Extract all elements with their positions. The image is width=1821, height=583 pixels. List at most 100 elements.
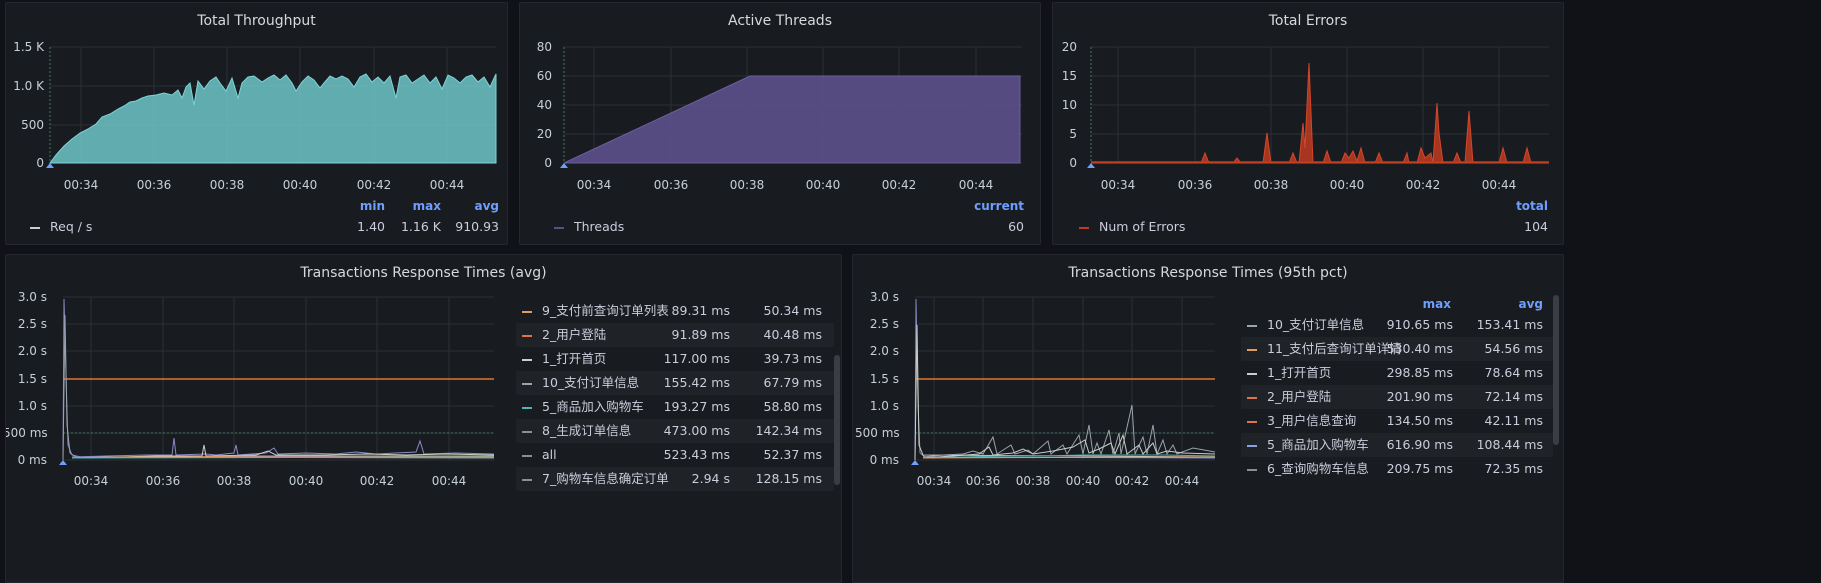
legend-row-name: 2_用户登陆 — [1267, 389, 1332, 404]
legend-swatch — [522, 406, 532, 409]
legend-swatch — [1247, 348, 1257, 351]
x-tick: 00:42 — [1405, 178, 1441, 192]
legend-row-avg: 72.35 ms — [1484, 461, 1543, 476]
legend-row-max: 91.89 ms — [671, 327, 730, 342]
legend-swatch — [1247, 324, 1257, 327]
legend-scrollbar[interactable] — [834, 355, 840, 485]
legend-row-max: 117.00 ms — [663, 351, 730, 366]
x-tick: 00:34 — [73, 474, 109, 488]
legend-swatch — [1247, 396, 1257, 399]
x-tick: 00:40 — [1329, 178, 1365, 192]
legend-row[interactable]: 10_支付订单信息 155.42 ms 67.79 ms — [516, 371, 834, 395]
legend-swatch — [554, 226, 564, 229]
legend-min: 1.40 — [357, 219, 385, 234]
legend-item[interactable]: Threads — [554, 217, 624, 237]
x-tick: 00:44 — [431, 474, 467, 488]
throughput-panel[interactable]: Total Throughput 1.5 K 1.0 K 500 0 00:34… — [5, 2, 508, 245]
x-tick: 00:38 — [1253, 178, 1289, 192]
legend-table[interactable]: 10_支付订单信息 910.65 ms 153.41 ms 11_支付后查询订单… — [1241, 313, 1553, 481]
legend-row-avg: 39.73 ms — [763, 351, 822, 366]
legend-row[interactable]: 11_支付后查询订单详情 530.40 ms 54.56 ms — [1241, 337, 1553, 361]
legend-header-current[interactable]: current — [974, 199, 1024, 213]
legend-header-max[interactable]: max — [413, 199, 441, 213]
legend-row-max: 201.90 ms — [1386, 389, 1453, 404]
legend-table[interactable]: 9_支付前查询订单列表 89.31 ms 50.34 ms 2_用户登陆 91.… — [516, 299, 834, 491]
legend-row[interactable]: 2_用户登陆 91.89 ms 40.48 ms — [516, 323, 834, 347]
legend-row-avg: 58.80 ms — [763, 399, 822, 414]
legend-label: Req / s — [50, 219, 93, 234]
legend-swatch — [1247, 420, 1257, 423]
x-tick: 00:40 — [282, 178, 318, 192]
legend-label: Num of Errors — [1099, 219, 1186, 234]
x-tick: 00:44 — [1481, 178, 1517, 192]
legend-row-max: 89.31 ms — [671, 303, 730, 318]
errors-panel[interactable]: Total Errors 20 15 10 5 0 00:34 00:36 00… — [1052, 2, 1564, 245]
legend-swatch — [522, 454, 532, 457]
legend-row-max: 530.40 ms — [1386, 341, 1453, 356]
legend-row[interactable]: 3_用户信息查询 134.50 ms 42.11 ms — [1241, 409, 1553, 433]
legend-header-avg[interactable]: avg — [1513, 297, 1543, 311]
x-tick: 00:44 — [958, 178, 994, 192]
legend-row-name: 7_购物车信息确定订单 — [542, 471, 669, 486]
resp-p95-chart[interactable] — [853, 255, 1233, 495]
resp-avg-panel[interactable]: Transactions Response Times (avg) 3.0 s … — [5, 254, 842, 583]
legend-swatch — [522, 310, 532, 313]
legend-row[interactable]: 6_查询购物车信息 209.75 ms 72.35 ms — [1241, 457, 1553, 481]
legend-row-avg: 42.11 ms — [1484, 413, 1543, 428]
x-tick: 00:38 — [209, 178, 245, 192]
legend-row-avg: 78.64 ms — [1484, 365, 1543, 380]
legend-swatch — [1079, 226, 1089, 229]
x-tick: 00:44 — [429, 178, 465, 192]
x-tick: 00:40 — [288, 474, 324, 488]
x-tick: 00:44 — [1164, 474, 1200, 488]
legend-label: Threads — [574, 219, 625, 234]
resp-avg-chart[interactable] — [6, 255, 506, 495]
legend-row-avg: 108.44 ms — [1476, 437, 1543, 452]
legend-swatch — [1247, 468, 1257, 471]
legend-row[interactable]: 2_用户登陆 201.90 ms 72.14 ms — [1241, 385, 1553, 409]
x-tick: 00:42 — [356, 178, 392, 192]
legend-row-max: 616.90 ms — [1386, 437, 1453, 452]
legend-row[interactable]: 1_打开首页 117.00 ms 39.73 ms — [516, 347, 834, 371]
legend-row-max: 910.65 ms — [1386, 317, 1453, 332]
legend-row-name: 5_商品加入购物车 — [1267, 437, 1369, 452]
legend-header-avg[interactable]: avg — [474, 199, 499, 213]
legend-row-avg: 54.56 ms — [1484, 341, 1543, 356]
threads-chart[interactable] — [520, 3, 1041, 193]
legend-row-name: 5_商品加入购物车 — [542, 399, 644, 414]
x-tick: 00:42 — [359, 474, 395, 488]
resp-p95-panel[interactable]: Transactions Response Times (95th pct) 3… — [852, 254, 1564, 583]
legend-row-avg: 40.48 ms — [763, 327, 822, 342]
legend-row[interactable]: all 523.43 ms 52.37 ms — [516, 443, 834, 467]
legend-header-total[interactable]: total — [1516, 199, 1548, 213]
legend-header-max[interactable]: max — [1421, 297, 1451, 311]
legend-row-name: 1_打开首页 — [1267, 365, 1332, 380]
threads-panel[interactable]: Active Threads 80 60 40 20 0 00:34 00:36… — [519, 2, 1041, 245]
x-tick: 00:34 — [63, 178, 99, 192]
legend-row[interactable]: 7_购物车信息确定订单 2.94 s 128.15 ms — [516, 467, 834, 491]
legend-row-max: 155.42 ms — [663, 375, 730, 390]
legend-row[interactable]: 5_商品加入购物车 616.90 ms 108.44 ms — [1241, 433, 1553, 457]
legend-current: 60 — [1008, 219, 1024, 234]
legend-row-avg: 50.34 ms — [763, 303, 822, 318]
legend-row[interactable]: 10_支付订单信息 910.65 ms 153.41 ms — [1241, 313, 1553, 337]
legend-row[interactable]: 1_打开首页 298.85 ms 78.64 ms — [1241, 361, 1553, 385]
legend-item[interactable]: Num of Errors — [1079, 217, 1185, 237]
legend-swatch — [522, 358, 532, 361]
x-tick: 00:34 — [1100, 178, 1136, 192]
legend-item[interactable]: Req / s — [30, 217, 92, 237]
throughput-chart[interactable] — [6, 3, 508, 193]
errors-chart[interactable] — [1053, 3, 1564, 193]
legend-scrollbar[interactable] — [1553, 295, 1559, 445]
legend-row[interactable]: 9_支付前查询订单列表 89.31 ms 50.34 ms — [516, 299, 834, 323]
x-tick: 00:36 — [145, 474, 181, 488]
x-tick: 00:38 — [729, 178, 765, 192]
legend-row-avg: 52.37 ms — [763, 447, 822, 462]
legend-row[interactable]: 5_商品加入购物车 193.27 ms 58.80 ms — [516, 395, 834, 419]
legend-row-avg: 142.34 ms — [755, 423, 822, 438]
legend-row[interactable]: 8_生成订单信息 473.00 ms 142.34 ms — [516, 419, 834, 443]
legend-row-name: 8_生成订单信息 — [542, 423, 632, 438]
legend-header-min[interactable]: min — [360, 199, 385, 213]
x-tick: 00:40 — [805, 178, 841, 192]
legend-swatch — [522, 478, 532, 481]
